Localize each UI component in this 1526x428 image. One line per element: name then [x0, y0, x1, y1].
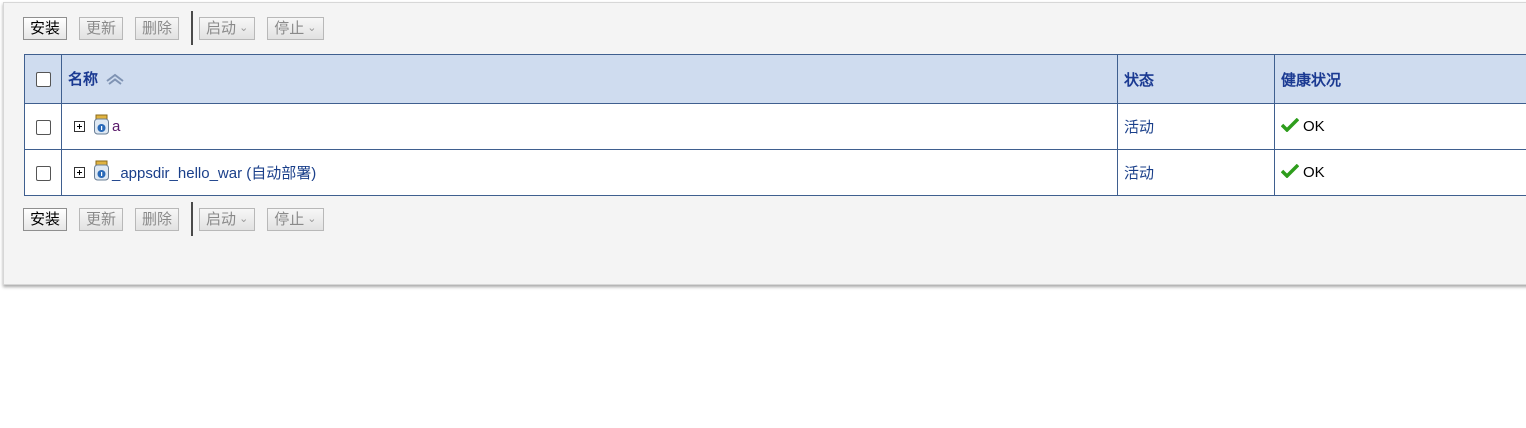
- stop-dropdown-button[interactable]: 停止 ⌄: [267, 207, 324, 231]
- install-button-label: 安装: [30, 210, 61, 228]
- state-value: 活动: [1124, 119, 1155, 136]
- state-cell: 活动: [1117, 103, 1275, 150]
- select-all-checkbox[interactable]: [35, 72, 51, 88]
- deployments-toolbar-bottom: 安装 更新 删除 启动 ⌄ 停止 ⌄: [23, 202, 336, 236]
- stop-dropdown-button[interactable]: 停止 ⌄: [267, 16, 324, 40]
- stop-button-label: 停止: [274, 19, 305, 37]
- app-name-link[interactable]: _appsdir_hello_war (自动部署): [112, 162, 316, 183]
- start-dropdown-button[interactable]: 启动 ⌄: [199, 16, 256, 40]
- install-button[interactable]: 安装: [23, 207, 68, 231]
- toolbar-separator: [191, 11, 194, 45]
- sort-ascending-icon[interactable]: [105, 72, 125, 90]
- row-select-cell: [24, 149, 62, 196]
- name-column-label: 名称: [68, 71, 99, 89]
- delete-button[interactable]: 删除: [135, 16, 180, 40]
- name-column-header[interactable]: 名称: [61, 54, 1118, 104]
- chevron-down-icon: ⌄: [307, 21, 317, 34]
- update-button-label: 更新: [86, 210, 117, 228]
- row-select-cell: [24, 103, 62, 150]
- expand-plus-icon[interactable]: [74, 121, 85, 132]
- chevron-down-icon: ⌄: [239, 21, 249, 34]
- health-column-label: 健康状况: [1281, 71, 1342, 89]
- row-checkbox[interactable]: [35, 165, 51, 181]
- select-all-cell: [24, 54, 62, 104]
- chevron-down-icon: ⌄: [239, 212, 249, 225]
- green-check-icon: [1280, 117, 1300, 136]
- health-value: OK: [1303, 164, 1325, 181]
- table-row: _appsdir_hello_war (自动部署) 活动 OK: [24, 149, 1526, 196]
- expand-plus-icon[interactable]: [74, 167, 85, 178]
- name-cell: a: [61, 103, 1118, 150]
- name-cell: _appsdir_hello_war (自动部署): [61, 149, 1118, 196]
- install-button[interactable]: 安装: [23, 16, 68, 40]
- jar-app-icon: [93, 160, 110, 186]
- state-column-header[interactable]: 状态: [1117, 54, 1275, 104]
- update-button-label: 更新: [86, 19, 117, 37]
- health-cell: OK: [1274, 103, 1526, 150]
- state-column-label: 状态: [1124, 71, 1155, 89]
- start-button-label: 启动: [206, 19, 237, 37]
- health-column-header[interactable]: 健康状况: [1274, 54, 1526, 104]
- table-header-row: 名称 状态 健康状况: [24, 54, 1526, 104]
- table-row: a 活动 OK: [24, 103, 1526, 150]
- health-cell: OK: [1274, 149, 1526, 196]
- start-button-label: 启动: [206, 210, 237, 228]
- delete-button[interactable]: 删除: [135, 207, 180, 231]
- install-button-label: 安装: [30, 19, 61, 37]
- app-name-link[interactable]: a: [112, 118, 120, 135]
- state-value: 活动: [1124, 165, 1155, 182]
- health-value: OK: [1303, 118, 1325, 135]
- deployments-table: 名称 状态 健康状况 a 活动 OK _appsdir_hello_war (自…: [24, 54, 1526, 196]
- start-dropdown-button[interactable]: 启动 ⌄: [199, 207, 256, 231]
- stop-button-label: 停止: [274, 210, 305, 228]
- deployments-toolbar-top: 安装 更新 删除 启动 ⌄ 停止 ⌄: [23, 11, 336, 45]
- state-cell: 活动: [1117, 149, 1275, 196]
- update-button[interactable]: 更新: [79, 207, 124, 231]
- update-button[interactable]: 更新: [79, 16, 124, 40]
- delete-button-label: 删除: [142, 210, 173, 228]
- row-checkbox[interactable]: [35, 119, 51, 135]
- green-check-icon: [1280, 163, 1300, 182]
- toolbar-separator: [191, 202, 194, 236]
- chevron-down-icon: ⌄: [307, 212, 317, 225]
- jar-app-icon: [93, 114, 110, 140]
- delete-button-label: 删除: [142, 19, 173, 37]
